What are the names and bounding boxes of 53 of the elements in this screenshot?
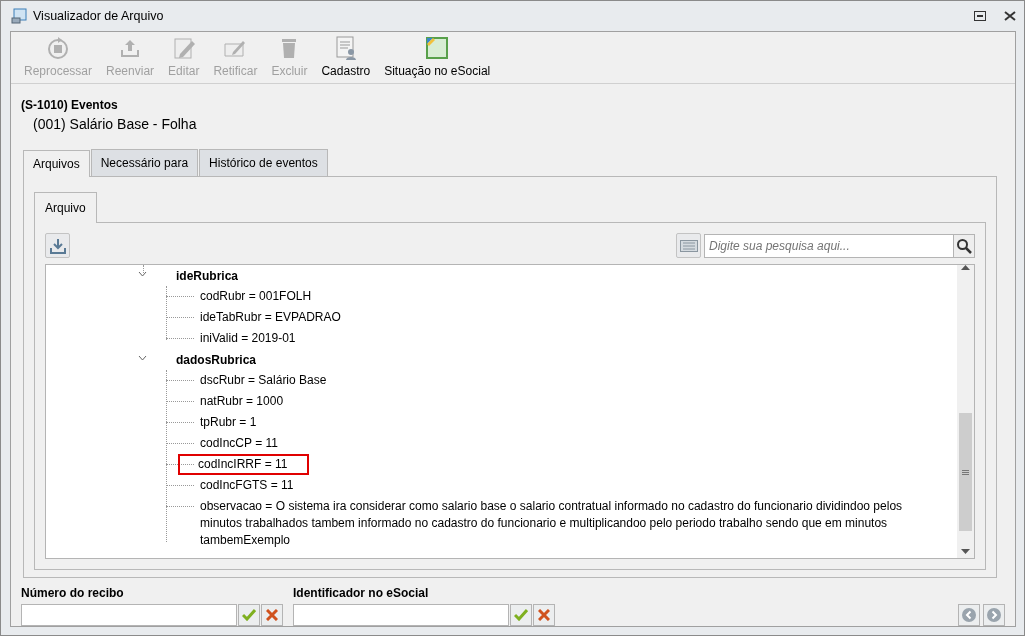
tab[interactable]: Arquivos xyxy=(23,150,90,177)
tree-item[interactable]: iniValid = 2019-01 xyxy=(194,328,302,349)
document-person-icon xyxy=(333,36,358,60)
input-field[interactable] xyxy=(293,604,509,626)
scrollbar[interactable] xyxy=(957,265,974,558)
close-icon[interactable] xyxy=(1004,11,1016,21)
search-field[interactable]: Digite sua pesquisa aqui... xyxy=(704,233,953,258)
previous-button[interactable] xyxy=(958,604,980,626)
tree-node[interactable]: dadosRubrica xyxy=(142,350,256,369)
tab[interactable]: Histórico de eventos xyxy=(199,149,328,176)
confirm-button[interactable] xyxy=(510,604,532,626)
field-label: Identificador no eSocial xyxy=(293,585,430,602)
scroll-up-icon[interactable] xyxy=(961,265,970,270)
search-button[interactable] xyxy=(953,233,975,258)
confirm-button[interactable] xyxy=(238,604,260,626)
tree-item[interactable]: codIncFGTS = 11 xyxy=(194,475,300,496)
xml-button[interactable] xyxy=(676,233,701,258)
window-title: Visualizador de Arquivo xyxy=(33,7,164,25)
tree-item[interactable]: dscRubr = Salário Base xyxy=(194,370,333,391)
file-icon xyxy=(679,239,698,252)
tree-item[interactable]: tpRubr = 1 xyxy=(194,412,263,433)
tab[interactable]: Necessário para xyxy=(90,149,199,176)
tree-item[interactable]: codIncCP = 11 xyxy=(194,433,284,454)
tree-item[interactable]: observacao = O sistema ira considerar como salario base o salario contratual informado no cadastro do funcionario dividindoo pelos minutos trabalhados tambem informado no cadastro do funcionario e multiplicandoo pelo periodo trabalho sendo que em minutos tambemExemplo xyxy=(194,496,945,551)
record-name: (001) Salário Base - Folha xyxy=(32,115,198,134)
tree-item[interactable]: codRubr = 001FOLH xyxy=(194,286,318,307)
window-icon xyxy=(11,8,27,24)
document-icon xyxy=(425,36,450,60)
tree-item[interactable]: ideTabRubr = EVPADRAO xyxy=(194,307,347,328)
restore-icon[interactable] xyxy=(974,11,986,21)
cross-icon xyxy=(538,609,550,621)
tree-item[interactable]: natRubr = 1000 xyxy=(194,391,290,412)
scroll-down-icon[interactable] xyxy=(961,549,970,554)
check-icon xyxy=(242,609,256,621)
grip-icon xyxy=(962,469,969,475)
download-button[interactable] xyxy=(45,233,70,258)
event-title: (S-1010) Eventos xyxy=(21,97,119,114)
search-icon xyxy=(956,237,972,254)
pencil-icon xyxy=(171,36,196,60)
scrollbar-thumb[interactable] xyxy=(959,413,972,531)
download-icon xyxy=(49,237,66,254)
input-field[interactable] xyxy=(21,604,237,626)
cancel-button[interactable] xyxy=(261,604,283,626)
tree-node[interactable]: ideRubrica xyxy=(142,266,238,285)
toolbar-button[interactable]: Situação no eSocial xyxy=(377,36,498,80)
tab[interactable]: Arquivo xyxy=(34,192,97,223)
next-button[interactable] xyxy=(983,604,1005,626)
toolbar-button[interactable]: Cadastro xyxy=(314,36,378,80)
cancel-button[interactable] xyxy=(533,604,555,626)
cross-icon xyxy=(266,609,278,621)
field-label: Número do recibo xyxy=(21,585,125,602)
check-icon xyxy=(514,609,528,621)
tree-item[interactable]: codIncIRRF = 11 xyxy=(178,454,310,475)
